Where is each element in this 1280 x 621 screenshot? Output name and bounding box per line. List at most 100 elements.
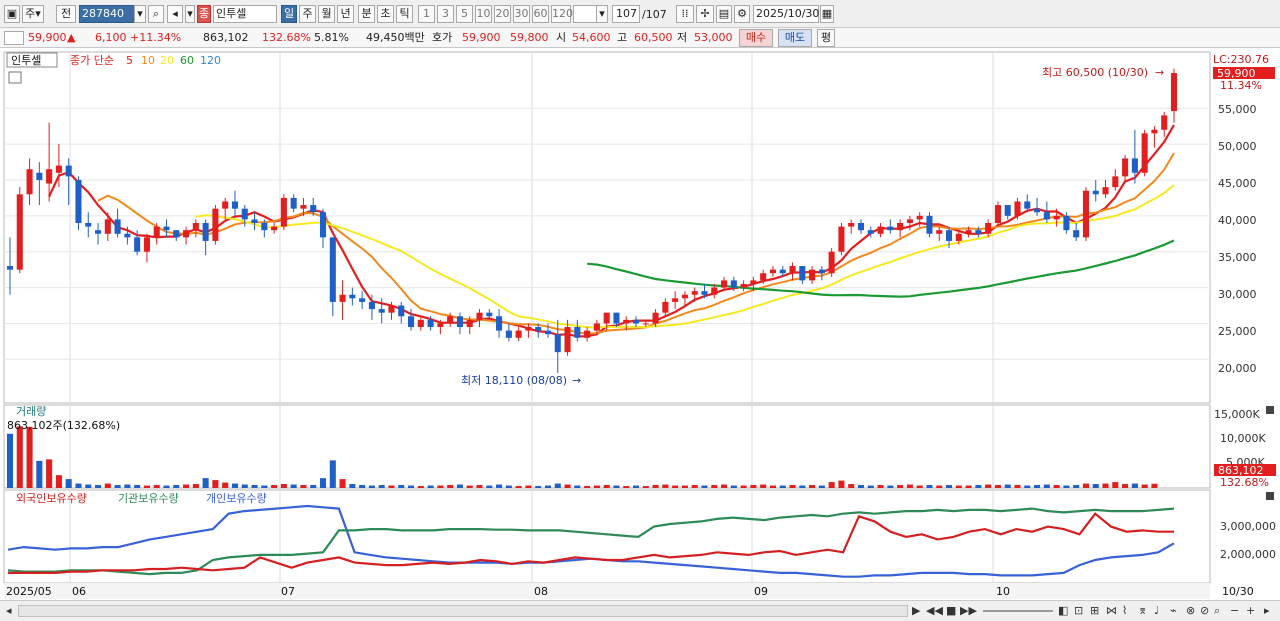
minute-10[interactable]: 10 [475, 5, 492, 23]
open-price: 54,600 [572, 31, 611, 44]
chart-tool-icon[interactable]: ⌁ [1170, 604, 1177, 618]
magnify-icon[interactable]: ⌕ [1214, 604, 1220, 618]
minute-1[interactable]: 1 [418, 5, 435, 23]
candle-body [926, 215, 933, 234]
volume-bar [760, 484, 767, 488]
period-dropdown[interactable]: 주▾ [22, 5, 44, 23]
volume-bar [173, 485, 180, 488]
candle-body [730, 280, 737, 288]
gear-icon[interactable]: ⚙ [734, 5, 750, 23]
candle-body [965, 230, 972, 234]
zoom-in-icon[interactable]: + [1246, 604, 1255, 618]
volume-bar [828, 482, 835, 488]
interval-second[interactable]: 초 [377, 5, 394, 23]
candle-body [319, 212, 327, 238]
zoom-slider[interactable] [983, 610, 1053, 612]
forward-icon[interactable]: ▶▶ [960, 604, 977, 618]
play-icon[interactable]: ▶ [912, 604, 920, 618]
rewind-icon[interactable]: ◀◀ [926, 604, 943, 618]
count-current-input[interactable]: 107 [612, 5, 640, 23]
chart-tool-icon[interactable]: ⊗ [1186, 604, 1195, 618]
minute-60[interactable]: 60 [532, 5, 549, 23]
minute-5[interactable]: 5 [456, 5, 473, 23]
high-price: 60,500 [634, 31, 673, 44]
stock-chart[interactable]: 인투셀 종가 단순 5 10 20 60 120 최고 60,500 (10/3… [0, 48, 1280, 600]
quote-checkbox[interactable] [4, 31, 24, 45]
candle-body [779, 269, 786, 274]
chart-tool-icon[interactable]: ⋈ [1106, 604, 1117, 618]
minute-20[interactable]: 20 [494, 5, 511, 23]
candle-body [799, 266, 806, 281]
interval-month[interactable]: 월 [318, 5, 335, 23]
candle-body [114, 219, 121, 234]
volume-bar [1151, 483, 1158, 488]
candle-body [271, 226, 278, 231]
buy-button[interactable]: 매수 [739, 29, 773, 47]
volume-bar [642, 486, 649, 488]
volume-bar [975, 485, 982, 488]
chart-tool-icon[interactable]: ⊞ [1090, 604, 1099, 618]
interval-year[interactable]: 년 [337, 5, 354, 23]
chevron-down-icon[interactable]: ▾ [596, 5, 608, 23]
bid-price: 59,800 [510, 31, 549, 44]
speaker-icon[interactable]: ◂ [167, 5, 183, 23]
chart-tool-icon[interactable]: ⌆ [1138, 604, 1147, 618]
interval-tick[interactable]: 틱 [396, 5, 413, 23]
volume-bar [789, 485, 796, 488]
stock-code-input[interactable]: 287840 [79, 5, 135, 23]
stock-name-field[interactable]: 인투셀 [213, 5, 277, 23]
scroll-left-icon[interactable]: ◂ [6, 604, 12, 618]
trade-amount: 49,450백만 [366, 31, 425, 44]
stop-icon[interactable]: ■ [946, 604, 956, 618]
minute-120[interactable]: 120 [551, 5, 573, 23]
chevron-down-icon[interactable]: ▾ [134, 5, 146, 23]
volume-bar [945, 485, 953, 488]
window-icon[interactable]: ▣ [4, 5, 20, 23]
chart-tool-icon[interactable]: ♩ [1154, 604, 1159, 618]
volume-bar [623, 486, 630, 488]
calendar-icon[interactable]: ▦ [820, 5, 834, 23]
volume-bar [46, 459, 53, 488]
date-input[interactable]: 2025/10/30 [753, 5, 819, 23]
collapse-icon[interactable] [1266, 406, 1274, 414]
candle-body [662, 301, 669, 313]
table-toggle-icon[interactable] [8, 71, 22, 84]
ma5-legend: 5 [126, 54, 133, 67]
candle-body [652, 312, 659, 324]
price-change-pct: +11.34% [130, 31, 182, 44]
scroll-right-icon[interactable]: ▸ [1264, 604, 1270, 618]
volume-tick: 10,000K [1220, 432, 1266, 445]
chart-tool-icon[interactable]: ◧ [1058, 604, 1068, 618]
scroll-track[interactable] [18, 605, 908, 617]
stock-type-badge: 종 [197, 5, 211, 23]
candle-body [701, 291, 708, 295]
interval-day[interactable]: 일 [281, 5, 297, 23]
zoom-out-icon[interactable]: − [1230, 604, 1239, 618]
grid-icon[interactable]: ⁞⁞ [676, 5, 694, 23]
interval-minute[interactable]: 분 [358, 5, 375, 23]
save-icon[interactable]: ▤ [716, 5, 732, 23]
candle-body [1131, 158, 1138, 173]
candle-body [750, 280, 757, 284]
search-icon[interactable]: ⌕ [148, 5, 164, 23]
volume-bar [1073, 485, 1080, 488]
chart-tool-icon[interactable]: ⊡ [1074, 604, 1083, 618]
high-label: 고 [617, 31, 628, 44]
interval-week[interactable]: 주 [299, 5, 316, 23]
minute-30[interactable]: 30 [513, 5, 530, 23]
collapse-icon[interactable] [1266, 492, 1274, 500]
prev-button[interactable]: 전 [56, 5, 76, 23]
average-button[interactable]: 평 [817, 29, 835, 47]
volume-ratio: 132.68% [262, 31, 311, 44]
crosshair-icon[interactable]: ✢ [696, 5, 714, 23]
volume-bar [779, 485, 786, 488]
sell-button[interactable]: 매도 [778, 29, 812, 47]
chart-tool-icon[interactable]: ⊘ [1200, 604, 1209, 618]
volume-bar [613, 485, 620, 488]
chevron-down-icon[interactable]: ▾ [185, 5, 195, 23]
candle-body [466, 319, 473, 328]
volume-bar [897, 485, 904, 488]
minute-3[interactable]: 3 [437, 5, 454, 23]
volume-bar [740, 485, 747, 488]
chart-tool-icon[interactable]: ⌇ [1122, 604, 1127, 618]
